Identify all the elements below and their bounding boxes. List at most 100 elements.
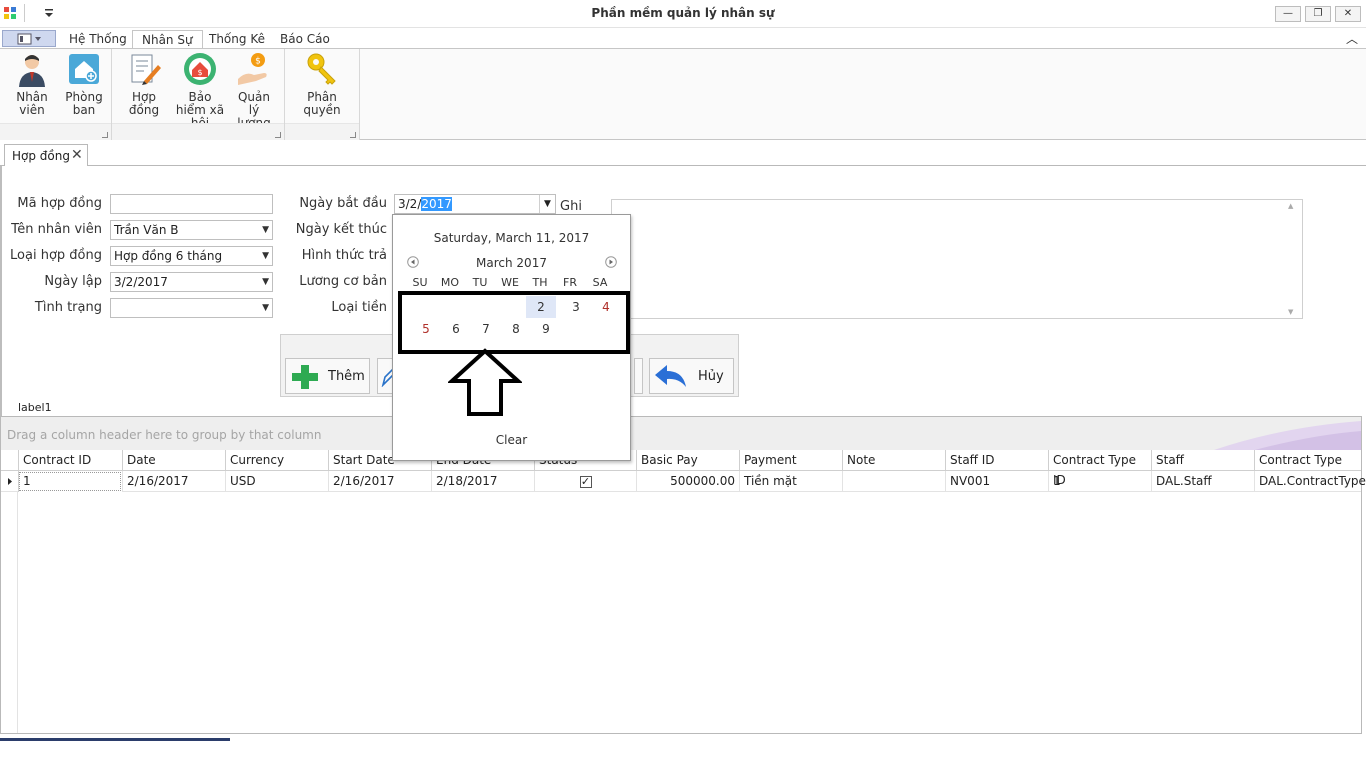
add-button-label: Thêm: [328, 369, 365, 384]
cell-currency[interactable]: USD: [225, 471, 328, 492]
ribbon-group-organization: Nhân viên Phòng ban: [0, 49, 112, 140]
ribbon-tab-bar: Hệ Thống Nhân Sự Thống Kê Báo Cáo ︿: [0, 28, 1366, 50]
group-panel-hint: Drag a column header here to group by th…: [7, 428, 322, 442]
add-button[interactable]: Thêm: [285, 358, 370, 394]
currency-label: Loại tiền: [331, 300, 387, 315]
cancel-button-label: Hủy: [698, 369, 724, 384]
notes-scrollbar[interactable]: ▲ ▼: [1288, 202, 1300, 316]
weekday-th: TH: [532, 276, 548, 289]
tab-bao-cao[interactable]: Báo Cáo: [271, 30, 339, 50]
calendar-month-title[interactable]: March 2017: [393, 256, 630, 270]
minimize-button[interactable]: —: [1275, 6, 1301, 22]
notes-textarea[interactable]: ▲ ▼: [611, 199, 1303, 319]
chevron-down-icon: ▼: [262, 303, 269, 313]
column-header-date[interactable]: Date: [122, 450, 225, 471]
taskbar-fragment: [0, 738, 230, 741]
title-bar: Phần mềm quản lý nhân sự — ❐ ✕: [0, 0, 1366, 28]
column-header-currency[interactable]: Currency: [225, 450, 328, 471]
cell-start-date[interactable]: 2/16/2017: [328, 471, 431, 492]
cell-status-checkbox[interactable]: ✓: [534, 471, 636, 492]
svg-text:$: $: [197, 68, 202, 77]
start-date-label: Ngày bắt đầu: [299, 196, 387, 211]
cancel-button[interactable]: Hủy: [649, 358, 734, 394]
key-icon: [307, 53, 336, 85]
employee-name-select[interactable]: Trần Văn B ▼: [110, 220, 273, 240]
created-date-picker[interactable]: 3/2/2017 ▼: [110, 272, 273, 292]
start-date-picker[interactable]: 3/2/2017 ▼: [394, 194, 556, 214]
weekday-mo: MO: [440, 276, 460, 289]
insurance-button[interactable]: $ Bảo hiểm xã hội: [174, 51, 226, 130]
ribbon-group-security: Phân quyền: [285, 49, 360, 140]
employee-button[interactable]: Nhân viên: [4, 51, 60, 117]
chevron-down-icon[interactable]: ▼: [539, 195, 555, 213]
close-tab-icon[interactable]: ✕: [71, 147, 83, 163]
document-tab-bar: Hợp đồng ✕: [0, 140, 1366, 167]
cell-staff[interactable]: DAL.Staff: [1151, 471, 1254, 492]
cell-basic-pay[interactable]: 500000.00: [636, 471, 739, 492]
employee-label: Nhân viên: [16, 90, 48, 117]
svg-text:$: $: [255, 57, 261, 67]
undo-icon: [655, 365, 686, 387]
ribbon-group-hr: Hợp đồng $ Bảo hiểm xã hội $ Quản lý lươ…: [112, 49, 285, 140]
chevron-down-icon: ▼: [262, 251, 269, 261]
status-select[interactable]: ▼: [110, 298, 273, 318]
label1: label1: [18, 401, 52, 414]
contract-button[interactable]: Hợp đồng: [116, 51, 172, 117]
department-label: Phòng ban: [65, 90, 103, 117]
restore-button[interactable]: ❐: [1305, 6, 1331, 22]
tab-he-thong[interactable]: Hệ Thống: [60, 30, 136, 50]
status-label: Tình trạng: [34, 300, 102, 315]
payment-method-label: Hình thức trả: [301, 248, 387, 263]
column-header-contract-type[interactable]: Contract Type: [1254, 450, 1361, 471]
cell-end-date[interactable]: 2/18/2017: [431, 471, 534, 492]
contract-id-input[interactable]: [110, 194, 273, 214]
contract-icon: [131, 54, 161, 85]
cell-contract-type[interactable]: DAL.ContractType: [1254, 471, 1366, 492]
start-date-selected-text: 2017: [421, 197, 452, 211]
tab-hop-dong-label: Hợp đồng: [12, 149, 70, 163]
salary-button[interactable]: $ Quản lý lương: [230, 51, 278, 130]
status-checkbox[interactable]: ✓: [579, 475, 592, 488]
created-date-value: 3/2/2017: [114, 275, 168, 289]
department-button[interactable]: Phòng ban: [62, 51, 106, 117]
column-header-contract-type-id[interactable]: Contract Type ID: [1048, 450, 1151, 487]
hidden-button[interactable]: [634, 358, 643, 394]
basic-salary-label: Lương cơ bản: [299, 274, 387, 289]
cell-contract-type-id[interactable]: 1: [1048, 471, 1151, 492]
ribbon-collapse-icon[interactable]: ︿: [1346, 30, 1358, 47]
table-row[interactable]: 1 2/16/2017 USD 2/16/2017 2/18/2017 ✓ 50…: [1, 471, 1366, 492]
cell-date[interactable]: 2/16/2017: [122, 471, 225, 492]
application-menu-button[interactable]: [2, 30, 56, 47]
permission-label: Phân quyền: [303, 90, 341, 117]
contracts-grid: Drag a column header here to group by th…: [0, 416, 1366, 734]
cell-note[interactable]: [842, 471, 945, 492]
start-date-prefix: 3/2/: [398, 197, 422, 211]
contract-type-label: Loại hợp đồng: [10, 248, 102, 263]
group-by-panel[interactable]: Drag a column header here to group by th…: [1, 417, 1361, 451]
calendar-clear-button[interactable]: Clear: [393, 433, 630, 447]
contract-type-select[interactable]: Hợp đồng 6 tháng ▼: [110, 246, 273, 266]
cell-contract-id[interactable]: 1: [18, 471, 122, 492]
cell-staff-id[interactable]: NV001: [945, 471, 1048, 492]
column-header-staff-id[interactable]: Staff ID: [945, 450, 1048, 471]
next-month-icon[interactable]: [605, 256, 617, 268]
contract-id-label: Mã hợp đồng: [17, 196, 102, 211]
close-button[interactable]: ✕: [1335, 6, 1361, 22]
cell-payment[interactable]: Tiền mặt: [739, 471, 842, 492]
grid-header-row: Contract ID Date Currency Start Date End…: [1, 450, 1361, 487]
column-header-payment[interactable]: Payment: [739, 450, 842, 471]
row-indicator-icon: [1, 471, 18, 492]
column-header-note[interactable]: Note: [842, 450, 945, 471]
tab-thong-ke[interactable]: Thống Kê: [200, 30, 274, 50]
tab-nhan-su[interactable]: Nhân Sự: [132, 30, 203, 50]
column-header-staff[interactable]: Staff: [1151, 450, 1254, 471]
column-header-basic-pay[interactable]: Basic Pay: [636, 450, 739, 471]
permission-button[interactable]: Phân quyền: [289, 51, 355, 117]
calendar-today-text[interactable]: Saturday, March 11, 2017: [393, 231, 630, 245]
tab-hop-dong[interactable]: Hợp đồng ✕: [4, 144, 88, 167]
salary-icon: $: [238, 53, 267, 85]
column-header-contract-id[interactable]: Contract ID: [18, 450, 122, 471]
annotation-highlight-box: [398, 291, 630, 354]
contract-label: Hợp đồng: [128, 90, 160, 117]
contract-form: Mã hợp đồng Tên nhân viên Trần Văn B ▼ L…: [0, 166, 1366, 416]
